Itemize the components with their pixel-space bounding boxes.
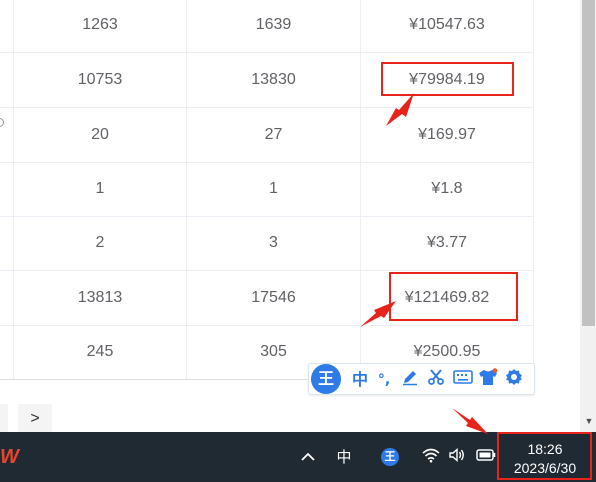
scrollbar-thumb[interactable] (582, 0, 595, 326)
table-cell: 2 (14, 216, 187, 270)
annotation-arrow (452, 408, 488, 434)
table-row: 1 1 ¥1.8 (0, 162, 534, 217)
ime-logo-icon[interactable]: 王 (311, 364, 341, 394)
gear-icon[interactable] (503, 368, 525, 392)
table-cell: 1 (187, 162, 361, 216)
table-row: 2 3 ¥3.77 (0, 216, 534, 271)
table-cell (0, 216, 14, 270)
table-row: 20 27 ¥169.97 (0, 108, 534, 163)
ime-tray-icon[interactable]: 王 (380, 447, 400, 467)
table-cell: 17546 (187, 271, 361, 325)
table-cell: ¥169.97 (361, 108, 534, 162)
table-cell: 245 (14, 325, 187, 379)
pagination-next-button[interactable]: > (18, 404, 52, 434)
keyboard-icon[interactable] (451, 368, 475, 392)
pen-icon[interactable] (399, 368, 421, 392)
table-cell (0, 162, 14, 216)
table-cell: ¥10547.63 (361, 0, 534, 52)
table-cell: 1 (14, 162, 187, 216)
table-cell (0, 0, 14, 52)
table-cell (0, 325, 14, 379)
shirt-icon[interactable] (477, 368, 499, 392)
table-cell: 13830 (187, 53, 361, 107)
table-cell: 27 (187, 108, 361, 162)
wifi-icon[interactable] (421, 447, 441, 467)
battery-icon[interactable] (475, 447, 497, 467)
annotation-highlight-box (389, 272, 518, 321)
table-cell: 13813 (14, 271, 187, 325)
annotation-highlight-box (381, 62, 514, 96)
table-cell: 1639 (187, 0, 361, 52)
table-cell: 20 (14, 108, 187, 162)
table-cell: ¥3.77 (361, 216, 534, 270)
ime-mode-toggle[interactable]: 中 (349, 368, 371, 392)
table-cell (0, 53, 14, 107)
show-hidden-icons-chevron-icon[interactable] (298, 447, 318, 467)
table-cell: 1263 (14, 0, 187, 52)
ime-tray-logo: 王 (381, 448, 399, 466)
ime-punctuation-toggle[interactable]: °, (373, 368, 395, 392)
table-cell: 10753 (14, 53, 187, 107)
ime-language-indicator[interactable]: 中 (334, 447, 354, 467)
table-row: 1263 1639 ¥10547.63 (0, 0, 534, 53)
annotation-highlight-box (497, 432, 592, 480)
table-cell: ¥1.8 (361, 162, 534, 216)
table-cell (0, 271, 14, 325)
scissors-icon[interactable] (425, 368, 447, 392)
ime-toolbar: 王 中 °, (308, 363, 535, 395)
pagination-prev-button[interactable] (0, 404, 8, 434)
volume-icon[interactable] (447, 447, 467, 467)
app-logo-icon[interactable]: W (0, 446, 19, 468)
table-cell (0, 108, 14, 162)
scroll-down-arrow-icon[interactable]: ▼ (584, 414, 594, 428)
table-cell: 3 (187, 216, 361, 270)
